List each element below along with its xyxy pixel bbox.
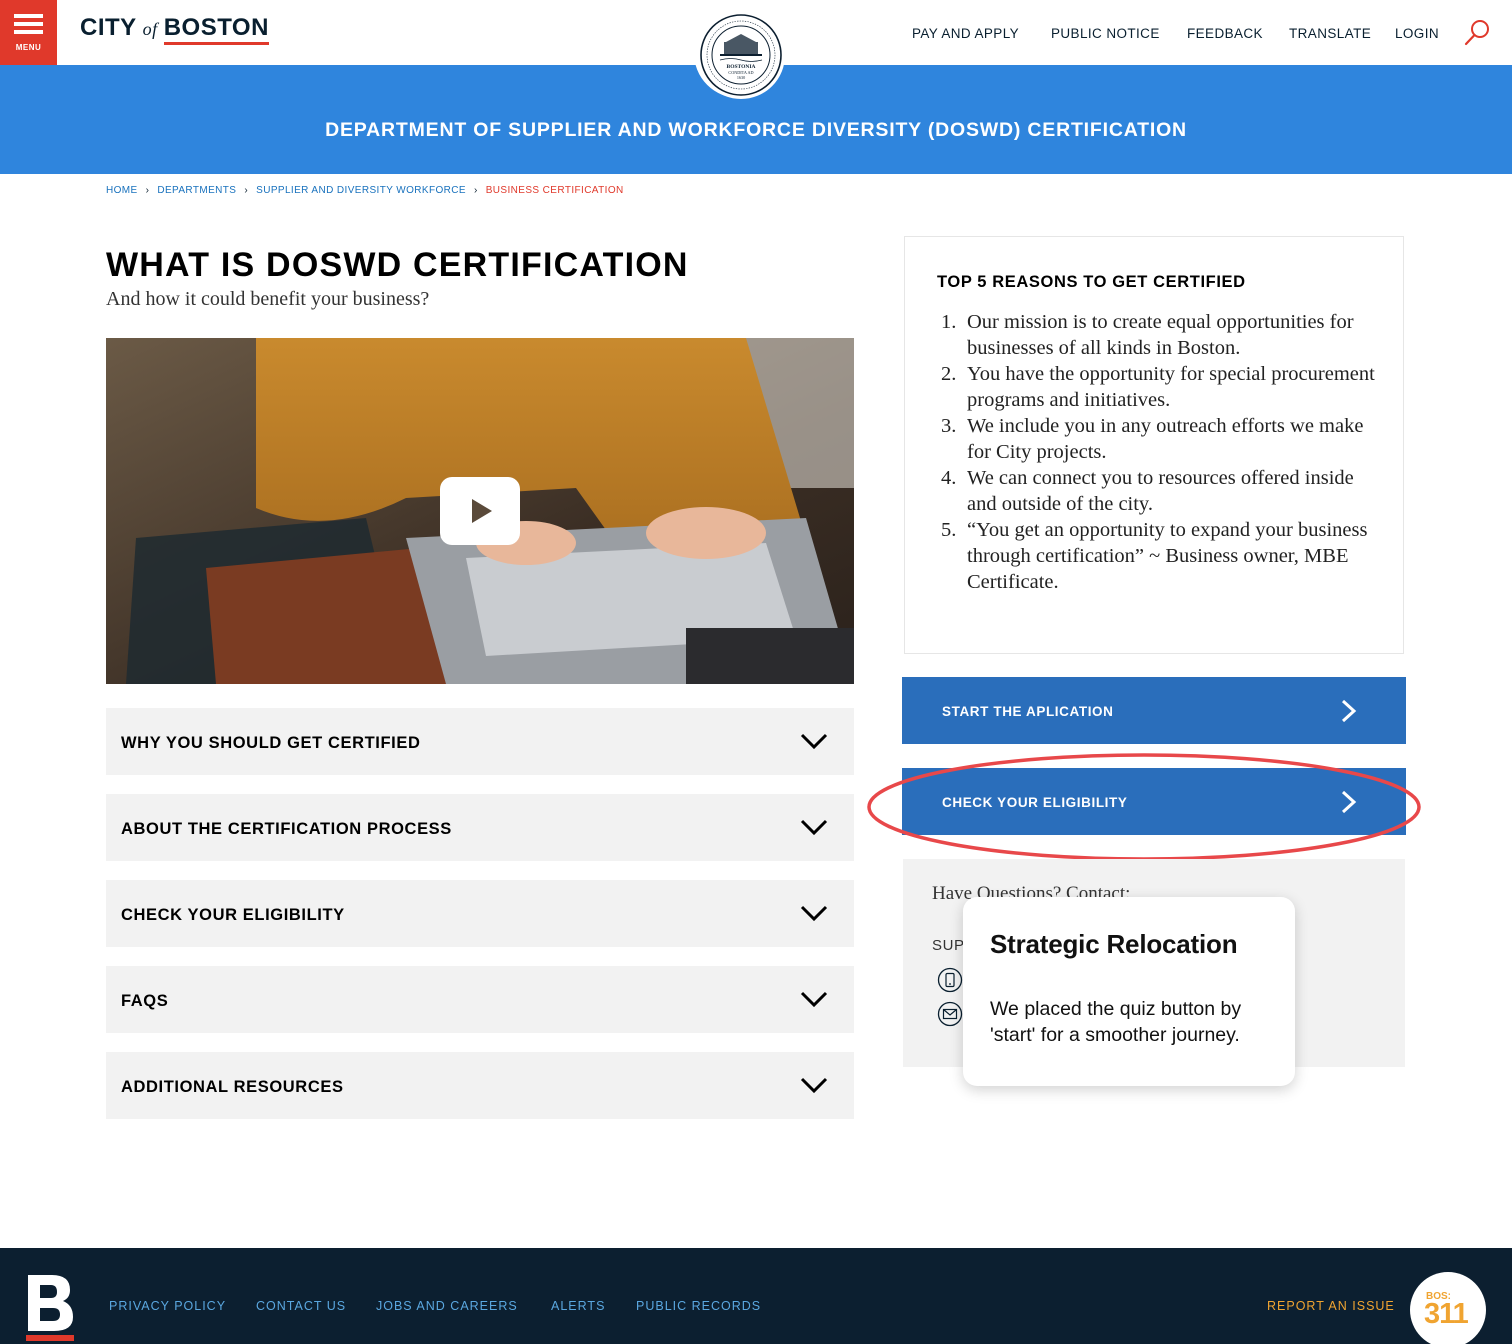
banner-title: DEPARTMENT OF SUPPLIER AND WORKFORCE DIV… xyxy=(325,119,1187,141)
logo-of: of xyxy=(142,19,158,39)
accordion-label: ADDITIONAL RESOURCES xyxy=(121,1078,344,1096)
nav-login[interactable]: LOGIN xyxy=(1395,26,1439,41)
city-seal[interactable]: BOSTONIA CONDITA AD 1630 xyxy=(694,8,785,99)
footer-public-records[interactable]: PUBLIC RECORDS xyxy=(636,1299,761,1313)
accordion-why-certified[interactable]: WHY YOU SHOULD GET CERTIFIED xyxy=(106,708,854,775)
start-application-button[interactable]: START THE APLICATION xyxy=(902,677,1406,744)
seal-text-year: 1630 xyxy=(737,75,745,80)
reason-item: 3. We include you in any outreach efforts… xyxy=(941,415,1364,463)
phone-icon xyxy=(937,967,963,993)
reason-item: 5. “You get an opportunity to expand your… xyxy=(941,519,1368,593)
accordion-label: WHY YOU SHOULD GET CERTIFIED xyxy=(121,734,421,752)
chevron-down-icon xyxy=(800,991,828,1008)
city-logo[interactable]: CITY of BOSTON xyxy=(80,14,269,45)
nav-pay-and-apply[interactable]: PAY AND APPLY xyxy=(912,26,1019,41)
footer-contact-us[interactable]: CONTACT US xyxy=(256,1299,346,1313)
breadcrumb-separator-icon: › xyxy=(145,185,150,196)
reasons-list: 1. Our mission is to create equal opportu… xyxy=(937,309,1377,595)
breadcrumb-supplier[interactable]: SUPPLIER AND DIVERSITY WORKFORCE xyxy=(256,185,466,196)
chevron-right-icon xyxy=(1341,790,1357,814)
menu-label: MENU xyxy=(15,43,42,52)
logo-city: CITY xyxy=(80,14,137,41)
hamburger-icon xyxy=(14,14,43,38)
seal-graphic: BOSTONIA CONDITA AD 1630 xyxy=(697,11,785,99)
chevron-right-icon xyxy=(1341,699,1357,723)
play-icon xyxy=(472,499,492,523)
chevron-down-icon xyxy=(800,733,828,750)
breadcrumb-separator-icon: › xyxy=(244,185,249,196)
breadcrumb-current: BUSINESS CERTIFICATION xyxy=(485,185,624,196)
accordion-certification-process[interactable]: ABOUT THE CERTIFICATION PROCESS xyxy=(106,794,854,861)
search-icon[interactable] xyxy=(1462,18,1492,48)
reason-item: 2. You have the opportunity for special p… xyxy=(941,363,1375,411)
breadcrumb-separator-icon: › xyxy=(474,185,478,196)
accordion-label: FAQS xyxy=(121,992,169,1010)
boston-b-logo[interactable] xyxy=(26,1273,74,1341)
nav-feedback[interactable]: FEEDBACK xyxy=(1187,26,1263,41)
tooltip-body: We placed the quiz button by 'start' for… xyxy=(990,998,1242,1046)
reasons-card: TOP 5 REASONS TO GET CERTIFIED 1. Our mis… xyxy=(904,236,1404,654)
page-subtitle: And how it could benefit your business? xyxy=(106,288,430,310)
video-player[interactable] xyxy=(106,338,854,684)
footer-jobs-careers[interactable]: JOBS AND CAREERS xyxy=(376,1299,518,1313)
page-title: WHAT IS DOSWD CERTIFICATION xyxy=(106,246,689,284)
chevron-down-icon xyxy=(800,819,828,836)
breadcrumb-departments[interactable]: DEPARTMENTS xyxy=(157,185,236,196)
tooltip-title: Strategic Relocation xyxy=(990,929,1238,959)
nav-translate[interactable]: TRANSLATE xyxy=(1289,26,1371,41)
footer-alerts[interactable]: ALERTS xyxy=(551,1299,605,1313)
breadcrumb-home[interactable]: HOME xyxy=(106,185,138,196)
cta-label: START THE APLICATION xyxy=(942,704,1114,719)
accordion-additional-resources[interactable]: ADDITIONAL RESOURCES xyxy=(106,1052,854,1119)
report-issue-link[interactable]: REPORT AN ISSUE xyxy=(1267,1299,1395,1313)
contact-subheading: SUP xyxy=(932,937,965,954)
chevron-down-icon xyxy=(800,905,828,922)
accordion-faqs[interactable]: FAQS xyxy=(106,966,854,1033)
reason-item: 4. We can connect you to resources offere… xyxy=(941,467,1354,515)
nav-public-notice[interactable]: PUBLIC NOTICE xyxy=(1051,26,1160,41)
menu-button[interactable]: MENU xyxy=(0,0,57,65)
accordion-check-eligibility[interactable]: CHECK YOUR ELIGIBILITY xyxy=(106,880,854,947)
accordion-label: ABOUT THE CERTIFICATION PROCESS xyxy=(121,820,452,838)
breadcrumb: HOME › DEPARTMENTS › SUPPLIER AND DIVERS… xyxy=(106,185,624,196)
email-icon xyxy=(937,1001,963,1027)
logo-boston: BOSTON xyxy=(163,14,269,45)
reasons-title: TOP 5 REASONS TO GET CERTIFIED xyxy=(937,273,1246,291)
play-button[interactable] xyxy=(440,477,520,545)
check-eligibility-button[interactable]: CHECK YOUR ELIGIBILITY xyxy=(902,768,1406,835)
chevron-down-icon xyxy=(800,1077,828,1094)
cta-label: CHECK YOUR ELIGIBILITY xyxy=(942,795,1128,810)
site-footer: PRIVACY POLICY CONTACT US JOBS AND CAREE… xyxy=(0,1248,1512,1344)
accordion-label: CHECK YOUR ELIGIBILITY xyxy=(121,906,345,924)
bos311-number: 311 xyxy=(1424,1298,1469,1330)
reason-item: 1. Our mission is to create equal opportu… xyxy=(941,311,1354,359)
bos311-badge[interactable]: BOS: 311 xyxy=(1410,1272,1486,1344)
annotation-tooltip: Strategic Relocation We placed the quiz … xyxy=(963,897,1295,1086)
footer-privacy-policy[interactable]: PRIVACY POLICY xyxy=(109,1299,226,1313)
